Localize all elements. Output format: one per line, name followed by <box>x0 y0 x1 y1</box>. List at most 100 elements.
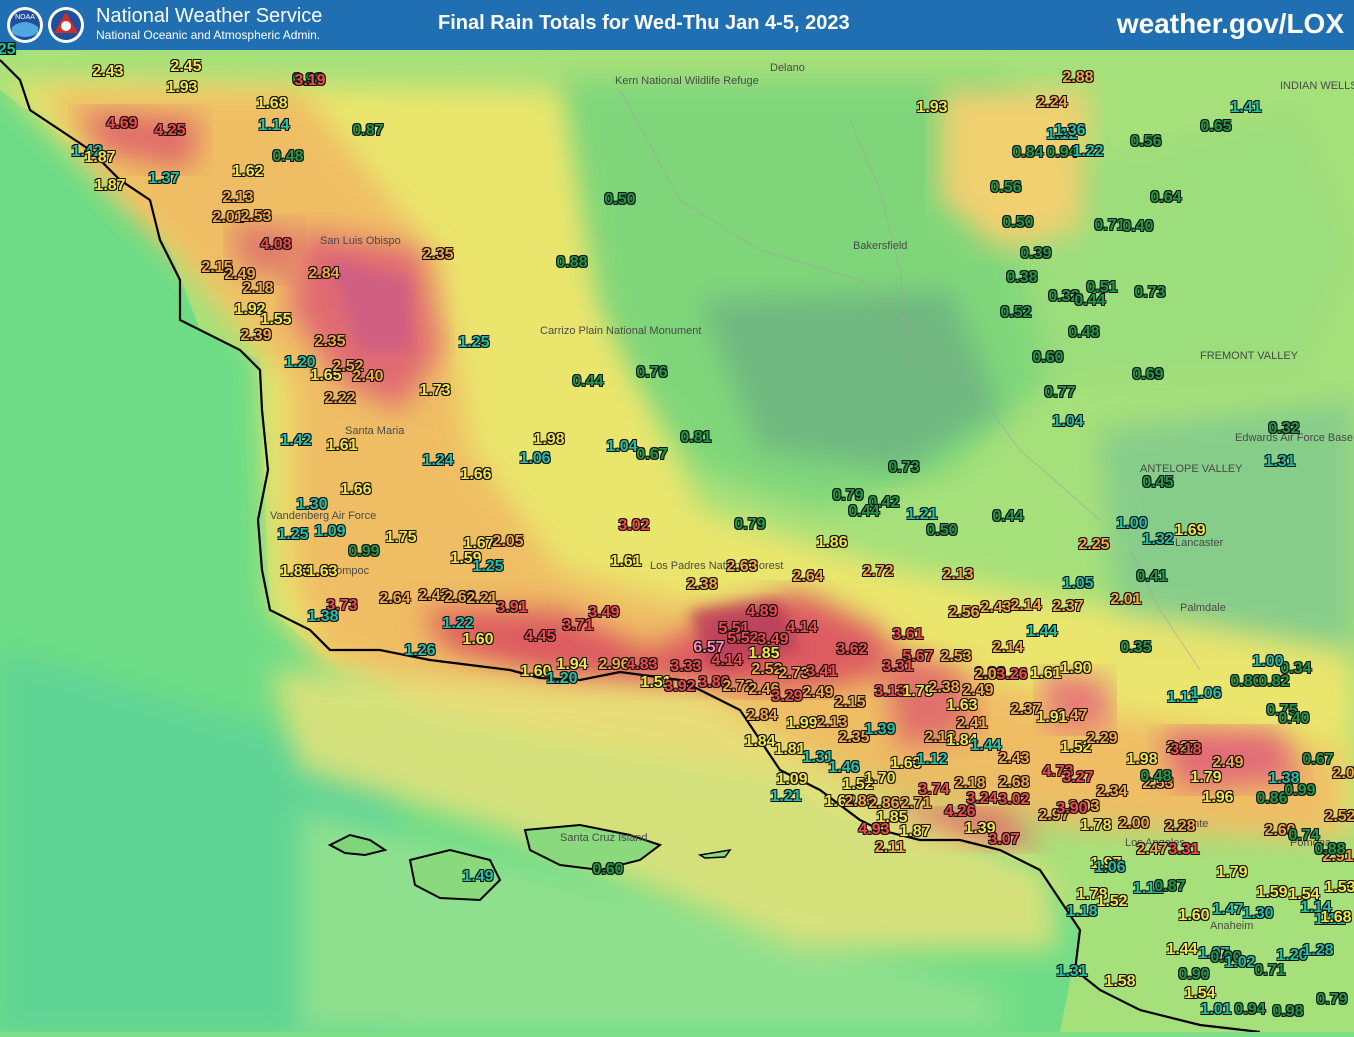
rain-total-label: 2.22 <box>324 390 356 407</box>
rain-total-label: 1.69 <box>1174 522 1206 539</box>
org-subtitle: National Oceanic and Atmospheric Admin. <box>96 28 321 42</box>
rain-total-label: 1.31 <box>1056 963 1088 980</box>
rain-total-label: 3.02 <box>618 517 650 534</box>
rain-total-label: 1.93 <box>166 79 198 96</box>
rain-total-label: 1.99 <box>786 715 818 732</box>
rain-total-label: 1.01 <box>1200 1001 1232 1018</box>
rain-total-label: 2.35 <box>422 246 454 263</box>
rain-total-label: 0.69 <box>1132 366 1164 383</box>
rain-total-label: 2.96 <box>598 656 630 673</box>
rain-total-label: 2.05 <box>1332 765 1354 782</box>
rain-total-label: 1.09 <box>776 771 808 788</box>
rain-total-label: 1.05 <box>1062 575 1094 592</box>
rain-total-label: 0.64 <box>1150 189 1182 206</box>
rain-total-label: 1.93 <box>916 99 948 116</box>
rain-total-label: 1.58 <box>1104 973 1136 990</box>
rain-total-label: 2.21 <box>466 590 498 607</box>
rain-total-label: 2.05 <box>492 533 524 550</box>
rain-total-label: 0.41 <box>1136 568 1168 585</box>
rain-total-label: 1.25 <box>458 334 490 351</box>
place-label-delano: Delano <box>770 62 805 74</box>
rain-total-label: 1.12 <box>916 751 948 768</box>
rain-total-label: 1.61 <box>326 437 358 454</box>
rain-total-label: 1.06 <box>1190 685 1222 702</box>
rain-total-label: 3.19 <box>294 72 326 89</box>
rain-total-label: 1.26 <box>404 642 436 659</box>
rain-total-label: 0.44 <box>848 503 880 520</box>
rain-total-label: 3.49 <box>588 604 620 621</box>
rain-total-label: 1.63 <box>946 697 978 714</box>
rain-total-label: 1.68 <box>1320 909 1352 926</box>
rain-total-label: 1.37 <box>148 170 180 187</box>
place-label-fremont-valley: FREMONT VALLEY <box>1200 350 1299 362</box>
rainfall-map[interactable]: Delano Kern National Wildlife Refuge Baker… <box>0 41 1354 1034</box>
rain-total-label: 4.69 <box>106 115 138 132</box>
rain-total-label: 2.72 <box>862 563 894 580</box>
rain-total-label: 1.86 <box>816 534 848 551</box>
rain-total-label: 1.60 <box>462 631 494 648</box>
rain-total-label: 3.27 <box>1062 769 1094 786</box>
rain-total-label: 4.14 <box>711 652 743 669</box>
rain-total-label: 2.25 <box>1078 536 1110 553</box>
rain-total-label: 0.81 <box>680 429 712 446</box>
rain-total-label: 0.79 <box>734 516 766 533</box>
rain-total-label: 2.41 <box>956 715 988 732</box>
rain-total-label: 2.56 <box>948 604 980 621</box>
rain-total-label: 1.31 <box>1264 453 1296 470</box>
rain-total-label: 0.50 <box>1002 214 1034 231</box>
place-label-santa-maria: Santa Maria <box>345 425 405 437</box>
rain-total-label: 1.68 <box>256 95 288 112</box>
rain-total-label: 1.44 <box>1166 941 1198 958</box>
place-label-los-padres: Los Padres National Forest <box>650 560 784 572</box>
rain-total-label: 1.06 <box>1094 859 1126 876</box>
rain-total-label: 1.36 <box>1054 122 1086 139</box>
rain-total-label: 1.38 <box>307 608 339 625</box>
rain-total-label: 3.29 <box>771 688 803 705</box>
rain-total-label: 2.11 <box>874 839 906 856</box>
rain-total-label: 0.76 <box>636 364 668 381</box>
rain-total-label: 2.64 <box>379 590 411 607</box>
rain-total-label: 0.90 <box>1178 966 1210 983</box>
rain-total-label: 2.49 <box>1212 754 1244 771</box>
rain-total-label: 3.92 <box>664 678 696 695</box>
rain-total-label: 0.50 <box>926 522 958 539</box>
rain-total-label: 2.01 <box>1110 591 1142 608</box>
rain-total-label: 1.49 <box>462 868 494 885</box>
place-label-san-luis-obispo: San Luis Obispo <box>320 235 401 247</box>
rain-total-label: 0.39 <box>1020 245 1052 262</box>
rain-total-label: 1.61 <box>1030 665 1062 682</box>
rain-total-label: 4.26 <box>944 803 976 820</box>
rain-total-label: 1.22 <box>1072 143 1104 160</box>
rain-total-label: 1.78 <box>1080 817 1112 834</box>
rain-total-label: 0.51 <box>1086 279 1118 296</box>
rain-total-label: 3.18 <box>1170 741 1202 758</box>
rain-total-label: 0.32 <box>1268 420 1300 437</box>
rain-total-label: 0.40 <box>1122 218 1154 235</box>
rain-total-label: 1.81 <box>774 741 806 758</box>
rain-total-label: 2.84 <box>746 707 778 724</box>
rain-total-label: 1.94 <box>556 656 588 673</box>
rain-total-label: 0.82 <box>1258 673 1290 690</box>
rain-total-label: 0.44 <box>992 508 1024 525</box>
rain-total-label: 1.24 <box>422 452 454 469</box>
rain-total-label: 2.49 <box>802 684 834 701</box>
noaa-logo-text: NOAA <box>15 14 35 21</box>
noaa-nws-logos: NOAA <box>7 7 84 43</box>
rain-total-label: 2.13 <box>942 566 974 583</box>
rain-total-label: 2.64 <box>792 568 824 585</box>
rain-total-label: 0.65 <box>1200 118 1232 135</box>
rain-total-label: 3.07 <box>988 831 1020 848</box>
rain-total-label: 0.60 <box>1032 349 1064 366</box>
rain-total-label: 1.98 <box>533 431 565 448</box>
rain-total-label: 1.79 <box>1216 864 1248 881</box>
rain-total-label: 3.31 <box>882 658 914 675</box>
rain-total-label: 2.34 <box>1096 783 1128 800</box>
rain-total-label: 3.62 <box>836 641 868 658</box>
rain-total-label: 1.09 <box>314 523 346 540</box>
rain-total-label: 1.84 <box>744 733 776 750</box>
rain-total-label: 3.02 <box>998 791 1030 808</box>
rain-total-label: 1.41 <box>1230 99 1262 116</box>
rain-total-label: 1.00 <box>1252 653 1284 670</box>
rain-total-label: 2.43 <box>998 750 1030 767</box>
rain-total-label: 2.24 <box>1036 94 1068 111</box>
